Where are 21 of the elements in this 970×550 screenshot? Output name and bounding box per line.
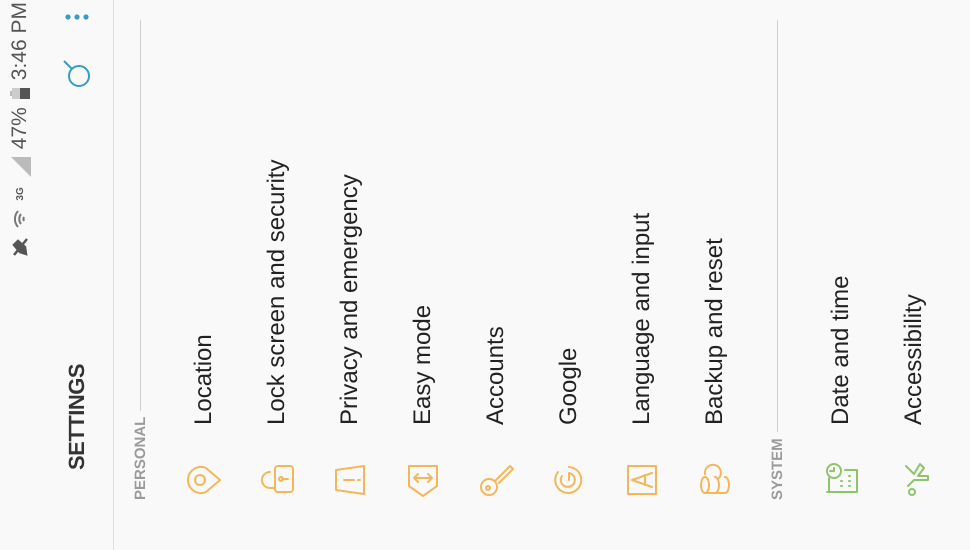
settings-item-label[interactable]: Google <box>554 348 582 425</box>
clock-time: 3:46 PM <box>8 2 32 80</box>
settings-item-label[interactable]: Lock screen and security <box>262 160 290 425</box>
search-button[interactable] <box>62 60 90 88</box>
battery-icon <box>10 88 30 100</box>
settings-item-label[interactable]: Easy mode <box>408 304 436 425</box>
settings-item-label[interactable]: Accessibility <box>900 294 928 425</box>
settings-item-label[interactable]: Location <box>190 334 218 425</box>
section-header: PERSONAL <box>132 416 149 500</box>
settings-item-label[interactable]: Backup and reset <box>700 238 728 425</box>
network-type: 3G <box>14 187 26 201</box>
settings-item-label[interactable]: Language and input <box>628 212 656 425</box>
settings-item-label[interactable]: Accounts <box>482 326 510 425</box>
more-options-button[interactable] <box>64 14 88 20</box>
section-header: SYSTEM <box>769 438 786 500</box>
signal-icon <box>9 157 31 180</box>
mute-icon <box>10 236 30 257</box>
battery-percent: 47% <box>8 107 32 150</box>
settings-item-label[interactable]: Date and time <box>826 276 854 425</box>
settings-item-label[interactable]: Privacy and emergency <box>336 174 364 425</box>
screen-title: SETTINGS <box>64 362 90 470</box>
